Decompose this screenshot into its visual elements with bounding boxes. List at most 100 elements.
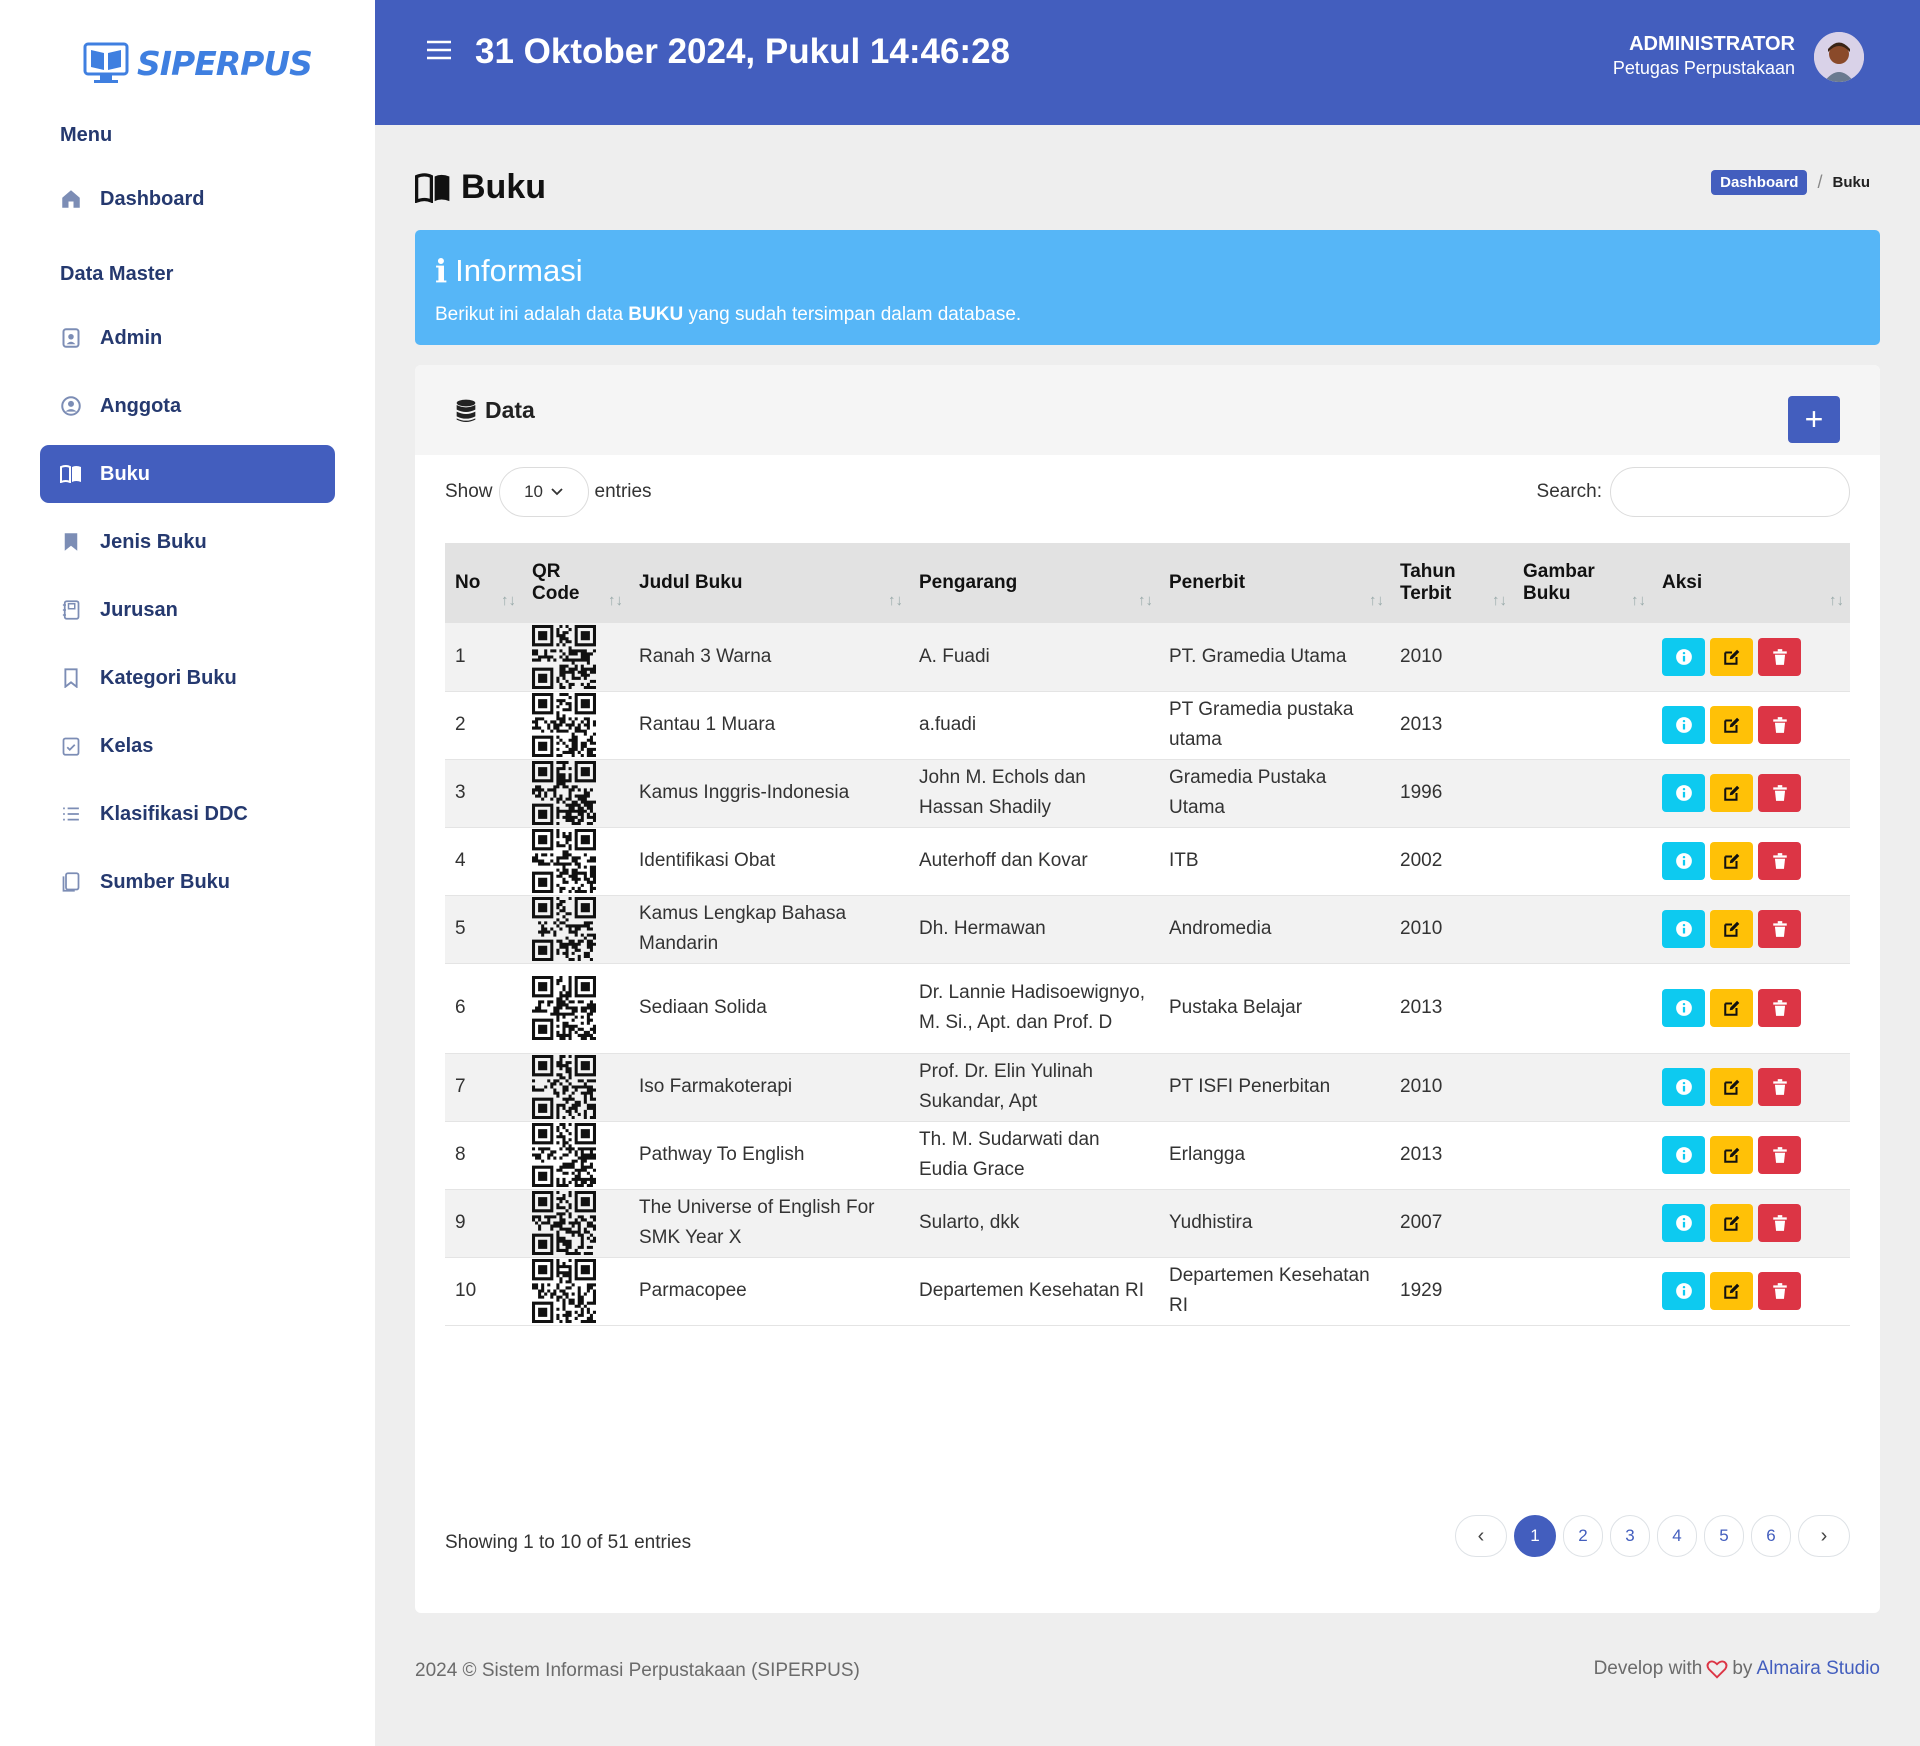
sidebar-item-dashboard[interactable]: Dashboard <box>40 170 335 228</box>
row-actions <box>1662 1136 1840 1174</box>
alert-title-text: Informasi <box>455 253 583 288</box>
edit-button[interactable] <box>1710 1068 1753 1106</box>
sidebar-item-kategori-buku[interactable]: Kategori Buku <box>40 649 335 707</box>
delete-button[interactable] <box>1758 910 1801 948</box>
trash-icon <box>1772 1147 1787 1163</box>
delete-button[interactable] <box>1758 1136 1801 1174</box>
sidebar-item-label: Buku <box>100 462 150 485</box>
edit-button[interactable] <box>1710 706 1753 744</box>
pagination-page[interactable]: 5 <box>1704 1515 1744 1557</box>
sidebar-item-klasifikasi-ddc[interactable]: Klasifikasi DDC <box>40 785 335 843</box>
top-navbar: 31 Oktober 2024, Pukul 14:46:28 ADMINIST… <box>375 0 1920 125</box>
sidebar-item-jenis-buku[interactable]: Jenis Buku <box>40 513 335 571</box>
avatar[interactable] <box>1814 32 1864 82</box>
sort-arrows-icon: ↑↓ <box>501 592 516 609</box>
pagination-page[interactable]: 3 <box>1610 1515 1650 1557</box>
cell-gambar-buku <box>1513 691 1652 760</box>
sidebar-item-admin[interactable]: Admin <box>40 309 335 367</box>
cell-tahun-terbit: 1929 <box>1390 1257 1513 1326</box>
detail-button[interactable] <box>1662 989 1705 1027</box>
qr-code-image <box>532 976 596 1040</box>
qr-code-image <box>532 1055 596 1119</box>
detail-button[interactable] <box>1662 706 1705 744</box>
edit-button[interactable] <box>1710 989 1753 1027</box>
sidebar-item-buku[interactable]: Buku <box>40 445 335 503</box>
row-actions <box>1662 910 1840 948</box>
edit-button[interactable] <box>1710 1136 1753 1174</box>
column-header-label: QR <box>532 561 561 582</box>
breadcrumb-current: Buku <box>1832 174 1871 191</box>
pagination-page[interactable]: 6 <box>1751 1515 1791 1557</box>
column-header[interactable]: Aksi ↑↓ <box>1652 543 1850 623</box>
pagination-page[interactable]: 1 <box>1514 1515 1556 1557</box>
user-name[interactable]: ADMINISTRATOR <box>1629 33 1795 56</box>
detail-button[interactable] <box>1662 910 1705 948</box>
search-input[interactable] <box>1610 467 1850 517</box>
detail-button[interactable] <box>1662 1204 1705 1242</box>
cell-penerbit: Erlangga <box>1159 1121 1390 1190</box>
trash-icon <box>1772 785 1787 801</box>
footer-studio-link[interactable]: Almaira Studio <box>1756 1658 1880 1680</box>
edit-button[interactable] <box>1710 842 1753 880</box>
cell-pengarang: John M. Echols dan Hassan Shadily <box>909 759 1159 828</box>
edit-button[interactable] <box>1710 1204 1753 1242</box>
table-header-row: No ↑↓ QR Code ↑↓ Judul Buku ↑↓ Pengarang ↑↓ Pener… <box>445 543 1850 623</box>
delete-button[interactable] <box>1758 1204 1801 1242</box>
column-header[interactable]: Pengarang ↑↓ <box>909 543 1159 623</box>
column-header[interactable]: Judul Buku ↑↓ <box>629 543 909 623</box>
pagination-prev[interactable]: ‹ <box>1455 1515 1507 1557</box>
footer-copyright: 2024 © Sistem Informasi Perpustakaan (SI… <box>415 1660 860 1681</box>
delete-button[interactable] <box>1758 1068 1801 1106</box>
sidebar-item-sumber-buku[interactable]: Sumber Buku <box>40 853 335 911</box>
delete-button[interactable] <box>1758 637 1801 676</box>
breadcrumb-dashboard-link[interactable]: Dashboard <box>1711 170 1808 195</box>
cell-tahun-terbit: 2010 <box>1390 1053 1513 1122</box>
hamburger-menu-icon[interactable] <box>425 38 453 62</box>
column-header[interactable]: No ↑↓ <box>445 543 522 623</box>
cell-no: 10 <box>445 1257 522 1326</box>
column-header[interactable]: Gambar Buku ↑↓ <box>1513 543 1652 623</box>
pagination-next[interactable]: › <box>1798 1515 1850 1557</box>
sidebar-item-jurusan[interactable]: Jurusan <box>40 581 335 639</box>
cell-qr-code <box>522 759 629 828</box>
add-book-button[interactable]: + <box>1788 396 1840 443</box>
column-header[interactable]: QR Code ↑↓ <box>522 543 629 623</box>
cell-qr-code <box>522 1053 629 1122</box>
delete-button[interactable] <box>1758 842 1801 880</box>
edit-button[interactable] <box>1710 910 1753 948</box>
qr-code-image <box>532 1191 596 1255</box>
table-row: 8 Pathway To English Th. M. Sudarwati dan … <box>445 1121 1850 1190</box>
detail-button[interactable] <box>1662 774 1705 812</box>
column-header[interactable]: Tahun Terbit ↑↓ <box>1390 543 1513 623</box>
app-logo[interactable]: SIPERPUS <box>83 42 313 84</box>
alert-text-bold: BUKU <box>628 304 684 325</box>
trash-icon <box>1772 853 1787 869</box>
edit-button[interactable] <box>1710 774 1753 812</box>
cell-no: 1 <box>445 623 522 692</box>
delete-button[interactable] <box>1758 1272 1801 1310</box>
delete-button[interactable] <box>1758 706 1801 744</box>
delete-button[interactable] <box>1758 774 1801 812</box>
info-circle-icon <box>1675 1147 1692 1163</box>
table-row: 5 Kamus Lengkap Bahasa Mandarin Dh. Hermaw… <box>445 895 1850 964</box>
column-header[interactable]: Penerbit ↑↓ <box>1159 543 1390 623</box>
delete-button[interactable] <box>1758 989 1801 1027</box>
detail-button[interactable] <box>1662 1136 1705 1174</box>
edit-button[interactable] <box>1710 637 1753 676</box>
qr-code-image <box>532 693 596 757</box>
pagination-page[interactable]: 2 <box>1563 1515 1603 1557</box>
pagination-page[interactable]: 4 <box>1657 1515 1697 1557</box>
sidebar-item-anggota[interactable]: Anggota <box>40 377 335 435</box>
detail-button[interactable] <box>1662 1272 1705 1310</box>
pencil-square-icon <box>1723 1215 1739 1231</box>
edit-button[interactable] <box>1710 1272 1753 1310</box>
detail-button[interactable] <box>1662 842 1705 880</box>
cell-no: 2 <box>445 691 522 760</box>
sidebar-item-label: Jurusan <box>100 598 178 621</box>
sidebar-item-kelas[interactable]: Kelas <box>40 717 335 775</box>
detail-button[interactable] <box>1662 637 1705 676</box>
sort-arrows-icon: ↑↓ <box>1138 592 1153 609</box>
detail-button[interactable] <box>1662 1068 1705 1106</box>
pencil-square-icon <box>1723 1079 1739 1095</box>
entries-select[interactable]: 10 <box>498 467 589 517</box>
